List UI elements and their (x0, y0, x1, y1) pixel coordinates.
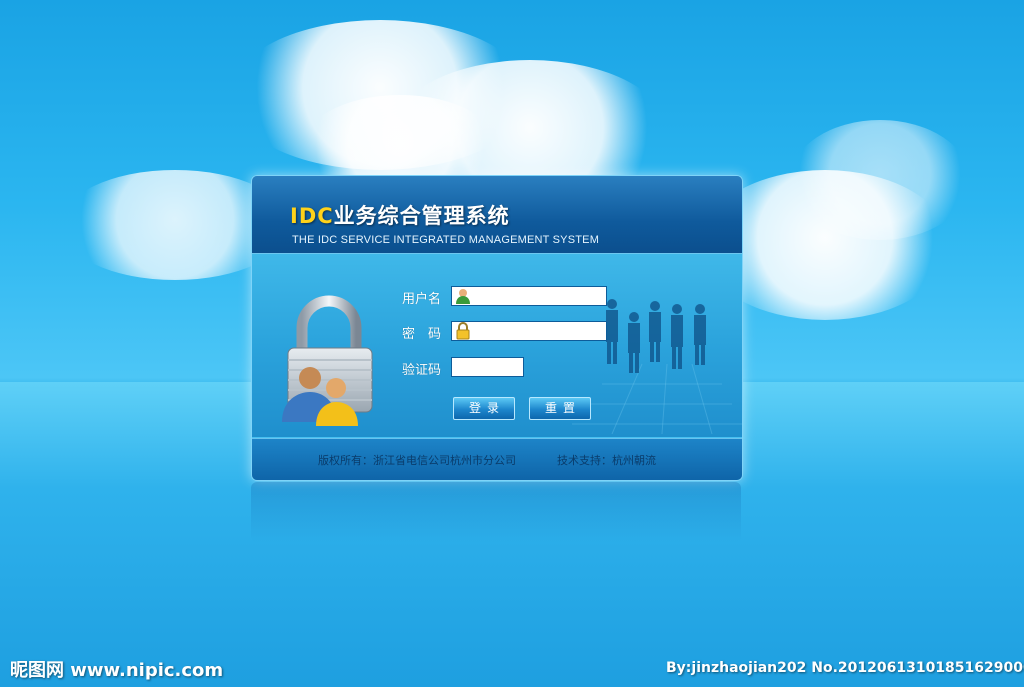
username-input[interactable] (451, 286, 607, 306)
lock-icon (456, 322, 470, 340)
panel-reflection (251, 482, 741, 542)
business-people-silhouette (572, 299, 742, 434)
captcha-input[interactable] (451, 357, 524, 377)
login-panel: IDC业务综合管理系统 THE IDC SERVICE INTEGRATED M… (251, 175, 743, 481)
panel-body: 用户名 密 码 验证码 登录 重置 (252, 254, 742, 437)
password-label: 密 码 (402, 327, 442, 342)
password-input[interactable] (451, 321, 607, 341)
reset-button[interactable]: 重置 (529, 397, 591, 420)
credit-watermark: By:jinzhaojian202 No.2012061310185162900… (666, 660, 1024, 676)
login-button[interactable]: 登录 (453, 397, 515, 420)
cloud (790, 120, 970, 240)
system-title: IDC业务综合管理系统 (290, 200, 510, 230)
title-prefix: IDC (290, 204, 334, 228)
captcha-label: 验证码 (402, 363, 442, 378)
username-label: 用户名 (402, 292, 442, 307)
panel-header: IDC业务综合管理系统 THE IDC SERVICE INTEGRATED M… (252, 176, 742, 254)
page-background: IDC业务综合管理系统 THE IDC SERVICE INTEGRATED M… (0, 0, 1024, 687)
site-watermark: 昵图网 www.nipic.com (10, 660, 224, 681)
padlock-users-icon (282, 295, 373, 426)
user-icon (456, 289, 470, 304)
system-subtitle: THE IDC SERVICE INTEGRATED MANAGEMENT SY… (292, 234, 600, 246)
title-main: 业务综合管理系统 (333, 204, 510, 228)
copyright-text: 版权所有：浙江省电信公司杭州市分公司 (318, 454, 516, 467)
support-text: 技术支持：杭州朝流 (557, 454, 656, 467)
